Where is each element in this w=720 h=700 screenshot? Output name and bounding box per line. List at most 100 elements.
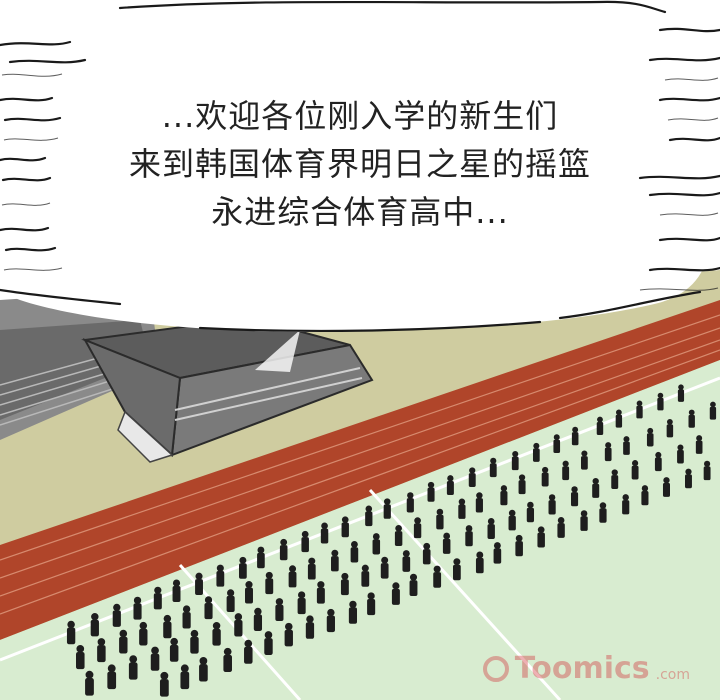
student-head: [349, 600, 357, 609]
student-head: [113, 603, 121, 612]
student-head: [542, 466, 549, 474]
student-head: [427, 481, 435, 489]
student-head: [581, 450, 588, 457]
student-figure: [685, 474, 692, 489]
student-head: [423, 542, 431, 550]
student-figure: [391, 588, 400, 605]
student-figure: [326, 615, 335, 633]
student-head: [172, 579, 181, 587]
student-figure: [641, 491, 649, 506]
student-head: [447, 475, 454, 482]
student-head: [234, 613, 243, 621]
student-head: [212, 622, 221, 630]
student-figure: [422, 549, 431, 565]
student-figure: [199, 664, 208, 682]
student-head: [392, 582, 400, 590]
student-head: [493, 542, 501, 549]
student-figure: [195, 579, 203, 595]
student-head: [512, 450, 519, 458]
student-head: [85, 670, 94, 679]
student-head: [487, 518, 495, 525]
student-figure: [153, 593, 162, 610]
student-head: [678, 384, 684, 390]
student-figure: [493, 548, 502, 564]
student-head: [553, 434, 560, 441]
student-head: [160, 671, 169, 680]
student-head: [537, 526, 545, 534]
student-figure: [133, 603, 142, 620]
student-figure: [340, 579, 349, 596]
caption-line-3: 永进综合体育高中...: [211, 193, 509, 231]
student-figure: [413, 523, 422, 539]
student-head: [384, 498, 391, 505]
student-figure: [526, 507, 535, 523]
student-figure: [245, 587, 253, 604]
student-head: [465, 525, 473, 532]
student-head: [688, 409, 695, 416]
student-head: [458, 498, 466, 506]
watermark-suffix: .com: [655, 666, 690, 683]
student-figure: [348, 607, 358, 624]
student-figure: [361, 571, 370, 587]
student-figure: [442, 538, 451, 554]
student-figure: [331, 556, 339, 572]
student-figure: [631, 465, 639, 480]
student-figure: [596, 422, 604, 435]
student-head: [139, 621, 148, 630]
student-figure: [604, 447, 612, 462]
student-head: [622, 494, 629, 501]
student-head: [527, 501, 534, 509]
student-head: [298, 591, 306, 599]
student-figure: [307, 563, 316, 580]
student-head: [361, 564, 369, 572]
student-head: [433, 565, 441, 573]
student-head: [572, 426, 579, 433]
student-figure: [709, 406, 717, 420]
student-figure: [367, 598, 376, 616]
student-figure: [636, 405, 643, 419]
student-figure: [487, 524, 495, 539]
student-figure: [571, 432, 579, 446]
student-figure: [433, 572, 442, 588]
comic-panel: ...欢迎各位刚入学的新生们 来到韩国体育界明日之星的摇篮 永进综合体育高中..…: [0, 0, 720, 700]
student-figure: [436, 514, 444, 530]
student-figure: [646, 433, 654, 447]
student-figure: [97, 645, 106, 663]
student-head: [301, 530, 309, 538]
student-figure: [341, 522, 349, 538]
student-head: [245, 581, 253, 589]
student-head: [647, 427, 654, 434]
student-figure: [518, 480, 526, 495]
student-figure: [662, 482, 670, 497]
student-head: [275, 598, 284, 606]
student-head: [265, 571, 273, 579]
student-figure: [234, 619, 243, 637]
student-figure: [446, 480, 454, 495]
student-head: [119, 629, 128, 638]
student-head: [663, 477, 670, 484]
student-figure: [320, 528, 329, 544]
student-figure: [182, 612, 191, 629]
student-head: [257, 546, 265, 554]
student-head: [636, 400, 643, 407]
caption-text: ...欢迎各位刚入学的新生们 来到韩国体育界明日之星的摇篮 永进综合体育高中..…: [60, 92, 660, 236]
student-figure: [223, 654, 232, 673]
student-head: [170, 637, 178, 646]
student-figure: [409, 580, 418, 597]
student-head: [91, 613, 99, 621]
student-head: [533, 442, 540, 449]
student-figure: [139, 628, 148, 646]
student-head: [580, 510, 588, 517]
student-head: [350, 540, 358, 548]
student-figure: [112, 610, 121, 627]
student-head: [611, 469, 618, 476]
student-figure: [238, 563, 247, 579]
student-head: [476, 551, 484, 559]
student-figure: [244, 646, 253, 664]
student-figure: [475, 498, 483, 513]
student-figure: [150, 653, 160, 671]
student-head: [199, 657, 208, 665]
student-head: [655, 451, 662, 459]
student-figure: [515, 541, 523, 557]
student-head: [571, 486, 578, 493]
